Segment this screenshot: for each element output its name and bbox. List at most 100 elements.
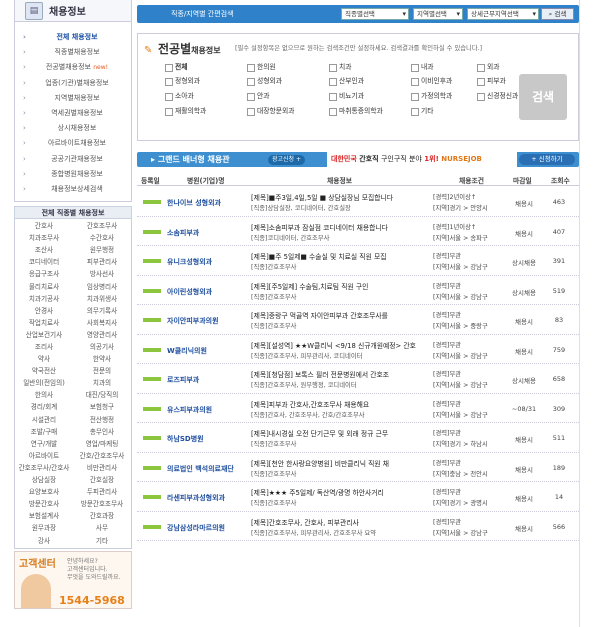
ad-request-button[interactable]: 광고신청 + — [268, 155, 306, 165]
company-name[interactable]: 자이안피부과의원 — [167, 316, 219, 326]
job-title[interactable]: [제목][주5일제] 수술팀,치료팀 직원 구인 — [251, 281, 368, 291]
job-category-link[interactable]: 작업치료사 — [15, 317, 73, 329]
job-category-link[interactable]: 산업보건기사 — [15, 329, 73, 341]
region-select[interactable]: 지역별선택 — [413, 8, 463, 20]
company-name[interactable]: 로즈피부과 — [167, 375, 199, 385]
job-category-link[interactable]: 치과의 — [73, 377, 131, 389]
company-name[interactable]: 강남삼성라마르의원 — [167, 523, 225, 533]
job-category-link[interactable]: 간호/간호조무사 — [73, 450, 131, 462]
company-name[interactable]: 의료법인 백석의료재단 — [167, 464, 234, 474]
major-checkbox[interactable]: 소아과 — [165, 91, 194, 101]
job-category-link[interactable]: 영양관리사 — [73, 329, 131, 341]
job-title[interactable]: [제목]중랑구 먹골역 자이안피부과 간호조무사를 — [251, 310, 388, 320]
job-category-link[interactable]: 조발/구매 — [15, 426, 73, 438]
job-category-link[interactable]: 약국전산 — [15, 365, 73, 377]
job-category-link[interactable]: 한의사 — [15, 389, 73, 401]
job-title[interactable]: [제목]내시경실 오전 단기근무 및 외래 정규 근무 — [251, 428, 388, 438]
job-category-link[interactable]: 의무기록사 — [73, 305, 131, 317]
company-name[interactable]: 유니크성형외과 — [167, 257, 212, 267]
job-category-link[interactable]: 간호사 — [15, 220, 73, 232]
job-row[interactable]: W클리닉의원 [제목][설성역] ★★W클리닉 <9/18 신규개원예정> 간호 [… — [137, 335, 579, 364]
job-title[interactable]: [제목]■주3일,4일,5일 ■ 상담실장님 모집합니다 — [251, 192, 393, 202]
major-checkbox[interactable]: 정형외과 — [165, 76, 200, 86]
major-checkbox[interactable]: 재활의학과 — [165, 106, 206, 116]
job-title[interactable]: [제목]소솜피부과 잠실점 코디네이터 채용합니다 — [251, 222, 388, 232]
job-row[interactable]: 유니크성형외과 [제목]■주 5일제■ 수술실 및 치료실 직원 모집 [직종]간호… — [137, 246, 579, 276]
job-row[interactable]: 하남SD병원 [제목]내시경실 오전 단기근무 및 외래 정규 근무 [직종]간호조… — [137, 423, 579, 453]
company-name[interactable]: 한나이브 성형외과 — [167, 198, 221, 208]
job-category-link[interactable]: 약사 — [15, 353, 73, 365]
job-category-link[interactable]: 보험청구 — [73, 401, 131, 413]
major-search-button[interactable]: 검색 — [519, 74, 567, 120]
job-title[interactable]: [제목][천안 한사랑요양병원] 비만클리닉 직원 채 — [251, 458, 389, 468]
job-category-link[interactable]: 보험설계사 — [15, 510, 73, 522]
job-row[interactable]: 로즈피부과 [제목][청담점] 보톡스 필러 전문병원에서 간호조 [직종]간호조무… — [137, 364, 579, 394]
sidebar-menu-item[interactable]: 공공기관채용정보 — [15, 152, 131, 167]
job-category-link[interactable]: 사회복지사 — [73, 317, 131, 329]
job-row[interactable]: 아이린성형외과 [제목][주5일제] 수술팀,치료팀 직원 구인 [직종]간호조무사… — [137, 276, 579, 305]
major-checkbox[interactable]: 대장항문외과 — [247, 106, 295, 116]
job-category-link[interactable]: 방문간호조무사 — [73, 498, 131, 510]
job-category-link[interactable]: 응급구조사 — [15, 268, 73, 280]
job-row[interactable]: 자이안피부과의원 [제목]중랑구 먹골역 자이안피부과 간호조무사를 [직종]간호조… — [137, 305, 579, 335]
job-row[interactable]: 의료법인 백석의료재단 [제목][천안 한사랑요양병원] 비만클리닉 직원 채 [직… — [137, 453, 579, 482]
company-name[interactable]: 아이린성형외과 — [167, 287, 212, 297]
sidebar-menu-item[interactable]: 전체 채용정보 — [15, 30, 131, 45]
sidebar-menu-item[interactable]: 아르바이트채용정보 — [15, 136, 131, 151]
major-checkbox[interactable]: 안과 — [247, 91, 270, 101]
job-category-link[interactable]: 치과조무사 — [15, 232, 73, 244]
sidebar-menu-item[interactable]: 상시채용정보 — [15, 121, 131, 136]
job-category-link[interactable]: 원무과장 — [15, 522, 73, 534]
job-category-link[interactable]: 경리/회계 — [15, 401, 73, 413]
major-checkbox[interactable]: 치과 — [329, 62, 352, 72]
job-title[interactable]: [제목]★★★ 주5일제/ 독산역/광명 하안사거리 — [251, 487, 384, 497]
job-row[interactable]: 강남삼성라마르의원 [제목]간호조무사, 간호사, 피부관리사 [직종]간호조무사,… — [137, 512, 579, 541]
job-category-link[interactable]: 총무인사 — [73, 426, 131, 438]
job-title[interactable]: [제목]■주 5일제■ 수술실 및 치료실 직원 모집 — [251, 251, 386, 261]
apply-button[interactable]: + 신청하기 — [519, 154, 575, 165]
sidebar-menu-item[interactable]: 지역별채용정보 — [15, 91, 131, 106]
job-title[interactable]: [제목][청담점] 보톡스 필러 전문병원에서 간호조 — [251, 369, 389, 379]
job-category-link[interactable]: 일반의(전임의) — [15, 377, 73, 389]
company-name[interactable]: 소솜피부과 — [167, 228, 199, 238]
job-row[interactable]: 유스피부과의원 [제목]피부과 간호사,간호조무사 채용해요 [직종]간호사, 간호… — [137, 394, 579, 423]
job-category-link[interactable]: 물리치료사 — [15, 281, 73, 293]
job-category-link[interactable]: 한약사 — [73, 353, 131, 365]
major-checkbox[interactable]: 마취통증의학과 — [329, 106, 383, 116]
job-category-link[interactable]: 조리사 — [15, 341, 73, 353]
job-category-link[interactable]: 강사 — [15, 535, 73, 547]
job-category-link[interactable]: 전산행정 — [73, 414, 131, 426]
job-category-link[interactable]: 아르바이트 — [15, 450, 73, 462]
company-name[interactable]: 라센피부과성형외과 — [167, 493, 225, 503]
job-category-link[interactable]: 간호조무사 — [73, 220, 131, 232]
job-category-link[interactable]: 방사선사 — [73, 268, 131, 280]
sidebar-menu-item[interactable]: 종합병원채용정보 — [15, 167, 131, 182]
job-title[interactable]: [제목]간호조무사, 간호사, 피부관리사 — [251, 517, 359, 527]
search-button[interactable]: ⌕ 검색 — [541, 8, 574, 20]
job-row[interactable]: 한나이브 성형외과 [제목]■주3일,4일,5일 ■ 상담실장님 모집합니다 [직종… — [137, 187, 579, 217]
customer-center-banner[interactable]: 고객센터 안녕하세요? 고객센터입니다. 무엇을 도와드릴까요. 1544-59… — [14, 550, 132, 609]
job-row[interactable]: 소솜피부과 [제목]소솜피부과 잠실점 코디네이터 채용합니다 [직종]코디네이터,… — [137, 217, 579, 246]
sidebar-menu-item[interactable]: 채용정보상세검색 — [15, 182, 131, 197]
job-category-link[interactable]: 피부관리사 — [73, 256, 131, 268]
job-category-link[interactable]: 사무 — [73, 522, 131, 534]
major-checkbox[interactable]: 비뇨기과 — [329, 91, 364, 101]
job-select[interactable]: 직종별선택 — [341, 8, 409, 20]
job-category-link[interactable]: 시설관리 — [15, 414, 73, 426]
major-checkbox[interactable]: 이비인후과 — [411, 76, 452, 86]
major-checkbox[interactable]: 내과 — [411, 62, 434, 72]
major-checkbox[interactable]: 성형외과 — [247, 76, 282, 86]
company-name[interactable]: W클리닉의원 — [167, 346, 207, 356]
sidebar-menu-item[interactable]: 직종별채용정보 — [15, 45, 131, 60]
job-category-link[interactable]: 전문의 — [73, 365, 131, 377]
major-checkbox[interactable]: 한의원 — [247, 62, 276, 72]
job-category-link[interactable]: 원무행정 — [73, 244, 131, 256]
job-category-link[interactable]: 안경사 — [15, 305, 73, 317]
sidebar-menu-item[interactable]: 업종(기관)별채용정보 — [15, 76, 131, 91]
job-category-link[interactable]: 간호과장 — [73, 510, 131, 522]
detail-region-select[interactable]: 상세근무지역선택 — [467, 8, 539, 20]
company-name[interactable]: 하남SD병원 — [167, 434, 204, 444]
job-category-link[interactable]: 치과기공사 — [15, 293, 73, 305]
job-category-link[interactable]: 의공기사 — [73, 341, 131, 353]
job-category-link[interactable]: 방문간호사 — [15, 498, 73, 510]
